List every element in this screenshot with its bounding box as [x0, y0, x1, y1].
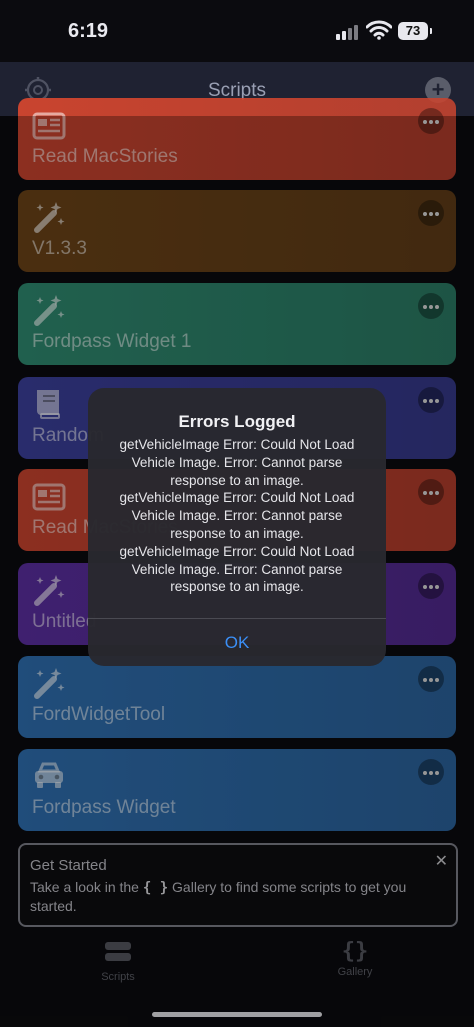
alert-message-line: response to an image. [170, 472, 304, 488]
alert-message-line: response to an image. [170, 579, 304, 595]
ok-button[interactable]: OK [88, 620, 386, 666]
alert-divider [88, 618, 386, 619]
status-bar: 6:19 73 [0, 0, 474, 62]
alert-message-line: Vehicle Image. Error: Cannot parse [131, 561, 343, 577]
alert-title: Errors Logged [178, 412, 296, 431]
alert-message-line: Vehicle Image. Error: Cannot parse [131, 454, 343, 470]
errors-alert-dialog: Errors Logged getVehicleImage Error: Cou… [88, 388, 386, 666]
wifi-icon [366, 20, 392, 40]
status-time: 6:19 [68, 20, 109, 42]
alert-message-line: Vehicle Image. Error: Cannot parse [131, 508, 343, 524]
alert-message-line: getVehicleImage Error: Could Not Load [119, 543, 355, 559]
cellular-signal-icon [336, 24, 362, 40]
alert-message-line: getVehicleImage Error: Could Not Load [119, 437, 355, 452]
alert-message-line: getVehicleImage Error: Could Not Load [119, 490, 355, 506]
alert-message: getVehicleImage Error: Could Not Load Veh… [102, 436, 372, 596]
battery-icon: 73 [398, 22, 432, 40]
screen: 6:19 73 Scripts + Read MacStories V1.3.3… [0, 0, 474, 1027]
alert-message-line: response to an image. [170, 525, 304, 541]
